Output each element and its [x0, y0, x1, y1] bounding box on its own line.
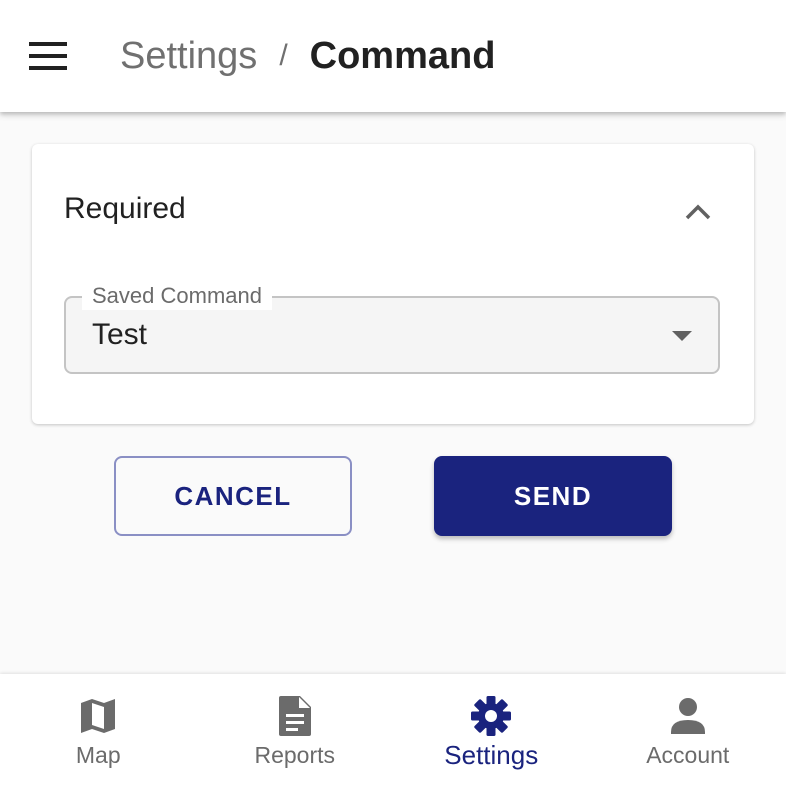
required-accordion-header[interactable]: Required	[32, 144, 754, 280]
page-title: Command	[309, 34, 496, 77]
map-icon	[76, 694, 120, 738]
nav-item-settings[interactable]: Settings	[393, 674, 590, 786]
saved-command-label: Saved Command	[82, 282, 272, 310]
breadcrumb: Settings / Command	[120, 30, 495, 82]
nav-label-account: Account	[646, 742, 730, 768]
send-button[interactable]: SEND	[434, 456, 672, 536]
breadcrumb-settings[interactable]: Settings	[120, 35, 257, 78]
chevron-up-icon	[678, 194, 718, 230]
hamburger-menu-icon	[29, 42, 67, 70]
menu-button[interactable]	[18, 26, 78, 86]
saved-command-select[interactable]: Saved Command Test	[64, 282, 720, 374]
nav-label-reports: Reports	[254, 742, 336, 768]
top-app-bar: Settings / Command	[0, 0, 786, 112]
card-title: Required	[64, 192, 186, 225]
breadcrumb-separator: /	[279, 39, 288, 72]
nav-label-settings: Settings	[444, 740, 539, 770]
required-card: Required Saved Command Test	[32, 144, 754, 424]
cancel-button[interactable]: CANCEL	[114, 456, 352, 536]
document-icon	[273, 694, 317, 738]
nav-item-account[interactable]: Account	[590, 674, 786, 786]
saved-command-value: Test	[92, 318, 148, 351]
gear-icon	[469, 694, 513, 738]
arrow-drop-down-icon	[672, 331, 692, 341]
nav-item-map[interactable]: Map	[0, 674, 197, 786]
bottom-navigation: Map Reports Settings Account	[0, 674, 786, 786]
nav-label-map: Map	[75, 742, 121, 768]
person-icon	[666, 694, 710, 738]
app-root: Settings / Command Required Saved Comman…	[0, 0, 786, 786]
nav-item-reports[interactable]: Reports	[197, 674, 394, 786]
